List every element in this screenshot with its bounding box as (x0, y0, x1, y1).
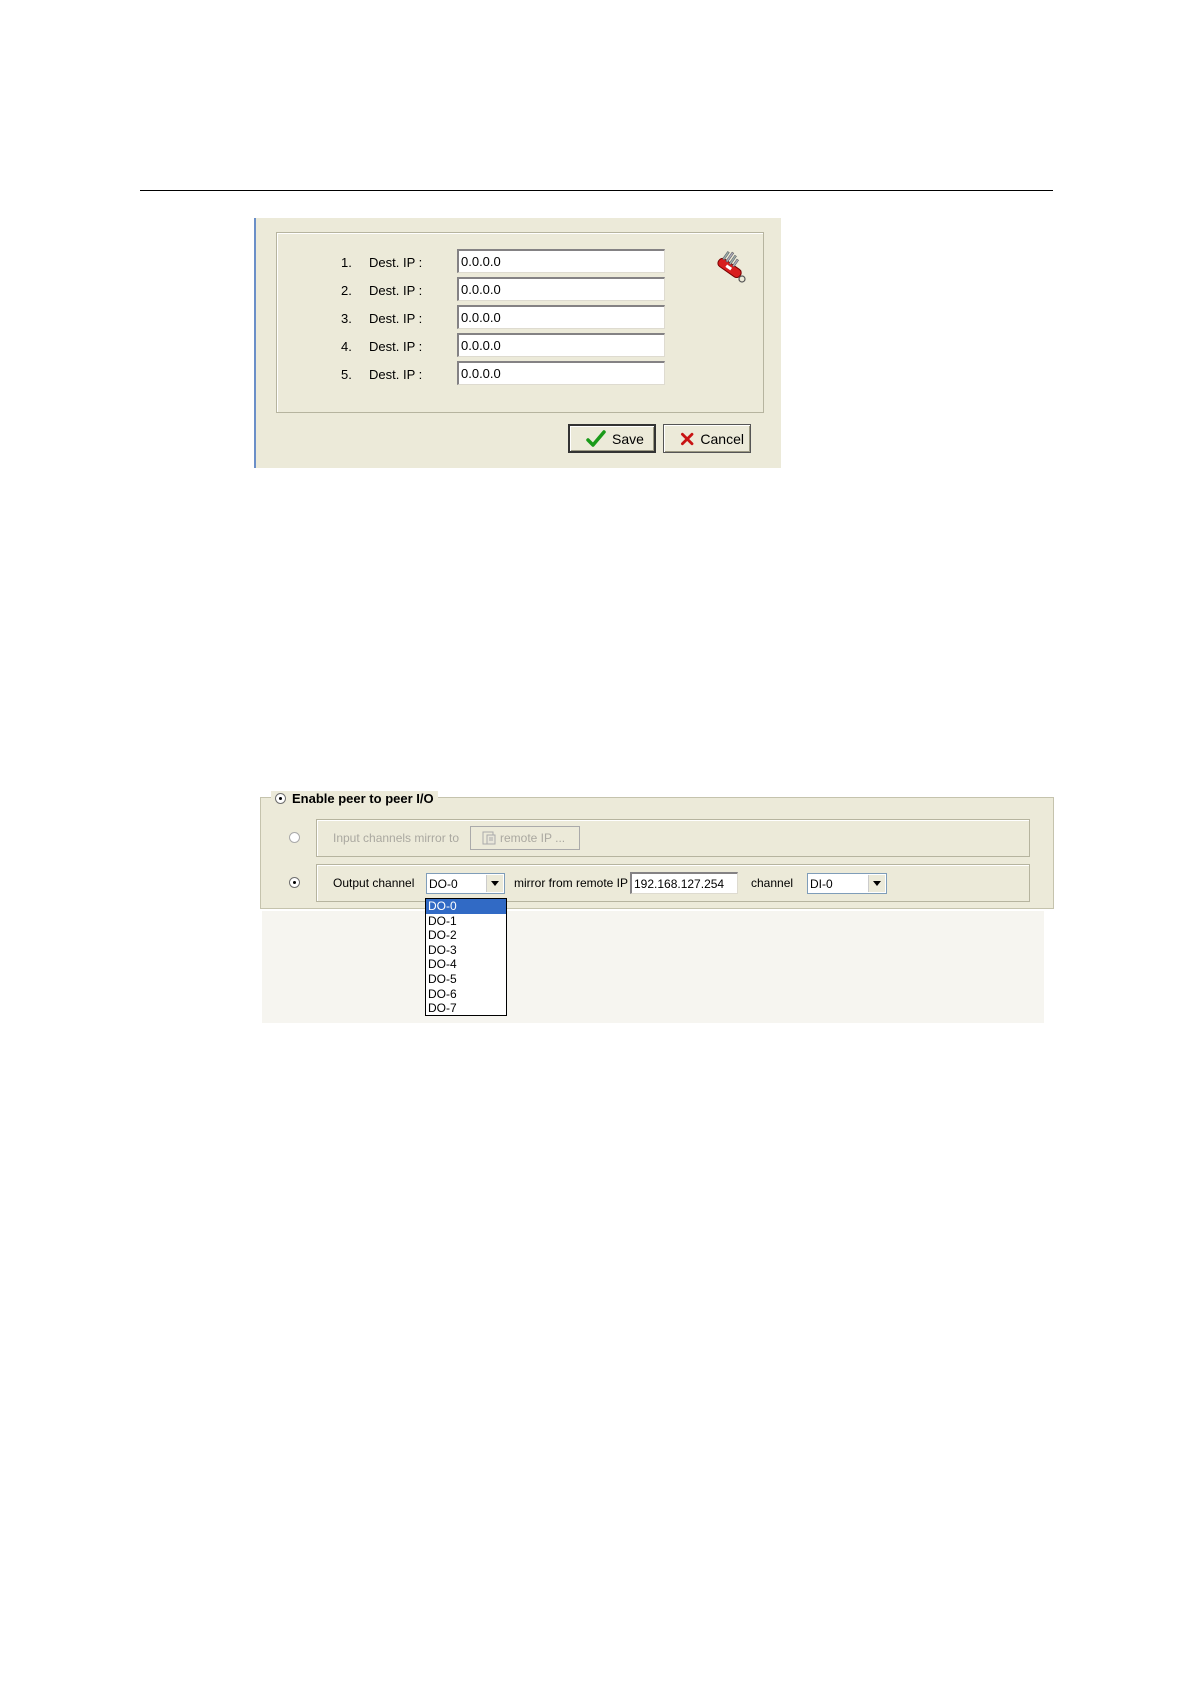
output-channel-label: Output channel (333, 876, 415, 890)
dest-ip-input-1[interactable] (457, 249, 665, 273)
row-number: 2. (341, 283, 352, 298)
save-button[interactable]: Save (568, 424, 656, 453)
chevron-down-icon[interactable] (486, 875, 503, 892)
dropdown-option[interactable]: DO-0 (426, 899, 506, 914)
dest-ip-label: Dest. IP : (369, 367, 423, 382)
dropdown-option[interactable]: DO-5 (426, 972, 506, 987)
dest-ip-row: 1. Dest. IP : (277, 249, 763, 275)
peer-io-panel: Enable peer to peer I/O Input channels m… (260, 791, 1054, 1025)
output-channel-dropdown-list[interactable]: DO-0 DO-1 DO-2 DO-3 DO-4 DO-5 DO-6 DO-7 (425, 898, 507, 1016)
dropdown-option[interactable]: DO-7 (426, 1001, 506, 1016)
dest-ip-label: Dest. IP : (369, 283, 423, 298)
peer-io-legend[interactable]: Enable peer to peer I/O (271, 791, 438, 806)
row-number: 4. (341, 339, 352, 354)
dropdown-option[interactable]: DO-2 (426, 928, 506, 943)
chevron-down-icon[interactable] (868, 875, 885, 892)
checkmark-icon (586, 429, 606, 447)
dest-ip-input-2[interactable] (457, 277, 665, 301)
dest-ip-input-3[interactable] (457, 305, 665, 329)
dest-ip-label: Dest. IP : (369, 311, 423, 326)
input-channel-value: DI-0 (810, 877, 833, 891)
output-channel-radio[interactable] (289, 877, 300, 888)
dest-ip-label: Dest. IP : (369, 255, 423, 270)
dest-ip-row: 3. Dest. IP : (277, 305, 763, 331)
enable-peer-io-radio[interactable] (275, 793, 286, 804)
dropdown-option[interactable]: DO-3 (426, 943, 506, 958)
dest-ip-input-4[interactable] (457, 333, 665, 357)
header-rule (140, 190, 1053, 191)
remote-ip-button-label: remote IP ... (500, 831, 566, 845)
output-channel-select[interactable]: DO-0 (426, 873, 505, 894)
input-channel-select[interactable]: DI-0 (807, 873, 887, 894)
mirror-from-label: mirror from remote IP (514, 876, 629, 890)
remote-ip-button[interactable]: remote IP ... (470, 826, 580, 850)
save-label: Save (612, 430, 644, 447)
dropdown-option[interactable]: DO-4 (426, 957, 506, 972)
row-number: 1. (341, 255, 352, 270)
cancel-label: Cancel (700, 430, 744, 447)
row-number: 3. (341, 311, 352, 326)
peer-io-legend-label: Enable peer to peer I/O (292, 791, 434, 806)
peer-io-groupbox: Enable peer to peer I/O Input channels m… (260, 791, 1054, 909)
channel-label: channel (751, 876, 794, 890)
dest-ip-row: 5. Dest. IP : (277, 361, 763, 387)
input-mirror-box: Input channels mirror to remote IP ... (316, 819, 1030, 857)
input-mirror-radio[interactable] (289, 832, 300, 843)
dest-ip-label: Dest. IP : (369, 339, 423, 354)
dest-ip-row: 2. Dest. IP : (277, 277, 763, 303)
remote-ip-input[interactable] (630, 872, 738, 894)
dropdown-option[interactable]: DO-1 (426, 914, 506, 929)
cancel-button[interactable]: Cancel (663, 424, 751, 453)
network-config-icon (482, 831, 496, 845)
panel-background (262, 911, 1044, 1023)
dest-ip-input-5[interactable] (457, 361, 665, 385)
row-number: 5. (341, 367, 352, 382)
output-channel-box: Output channel DO-0 mirror from remote I… (316, 864, 1030, 902)
input-mirror-label: Input channels mirror to (333, 831, 460, 845)
dest-ip-row: 4. Dest. IP : (277, 333, 763, 359)
dropdown-option[interactable]: DO-6 (426, 987, 506, 1002)
swiss-knife-icon (717, 251, 746, 283)
dest-ip-dialog: 1. Dest. IP : 2. Dest. IP : 3. Dest. IP … (254, 218, 781, 468)
dest-ip-groupbox: 1. Dest. IP : 2. Dest. IP : 3. Dest. IP … (276, 232, 764, 413)
x-icon (681, 432, 694, 445)
output-channel-value: DO-0 (429, 877, 458, 891)
